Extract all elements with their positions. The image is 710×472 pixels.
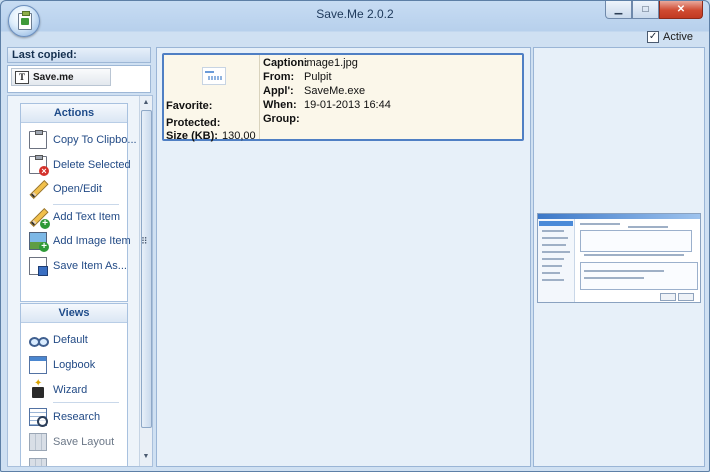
action-label: Copy To Clipbo... — [53, 134, 137, 146]
last-copied-label: Save.me — [33, 71, 74, 83]
clipboard-icon — [29, 130, 47, 149]
add-image-icon — [29, 232, 49, 252]
card-divider — [259, 55, 260, 139]
size-value: 130,00 — [222, 130, 256, 142]
app-menu-button[interactable] — [8, 5, 40, 37]
items-panel: Favorite: Protected: Size (KB): 130,00 C… — [156, 47, 531, 467]
view-wizard[interactable]: Wizard — [29, 378, 88, 401]
active-label: Active — [663, 31, 693, 43]
view-label: Default — [53, 334, 88, 346]
view-label: Save Layout — [53, 436, 115, 448]
appl-label: Appl': — [263, 85, 294, 97]
text-item-icon: T — [15, 70, 29, 84]
window-controls: ▁ □ ✕ — [605, 1, 703, 19]
view-label: Logbook — [53, 359, 96, 371]
view-logbook[interactable]: Logbook — [29, 354, 95, 376]
toolbar: ✓ Active — [1, 27, 709, 45]
maximize-icon: □ — [642, 4, 649, 15]
views-header[interactable]: Views — [21, 304, 127, 323]
last-copied-box: T Save.me — [7, 65, 151, 93]
action-label: Save Item As... — [53, 260, 127, 272]
logbook-icon — [29, 356, 47, 374]
minimize-icon: ▁ — [614, 4, 623, 15]
research-icon — [29, 408, 48, 427]
clipboard-logo-icon — [18, 11, 32, 30]
actions-group: Actions Copy To Clipbo... Delete Selecte… — [20, 103, 137, 302]
group-label: Group: — [263, 113, 300, 125]
pencil-icon — [29, 180, 47, 198]
layout-icon — [29, 458, 47, 466]
close-icon: ✕ — [676, 4, 686, 15]
last-copied-item[interactable]: T Save.me — [11, 68, 111, 86]
action-copy-to-clipboard[interactable]: Copy To Clipbo... — [29, 129, 137, 151]
delete-icon — [29, 155, 49, 176]
active-toggle[interactable]: ✓ Active — [647, 31, 693, 43]
protected-label: Protected: — [166, 117, 221, 129]
view-label: Research — [53, 411, 101, 423]
scroll-down-icon[interactable]: ▼ — [141, 453, 151, 463]
item-preview-image — [537, 213, 701, 303]
window-title: Save.Me 2.0.2 — [316, 7, 394, 21]
divider — [53, 204, 119, 205]
from-label: From: — [263, 71, 295, 83]
from-value: Pulpit — [304, 71, 332, 83]
action-save-item-as[interactable]: Save Item As... — [29, 255, 127, 277]
task-pane-scrollbar[interactable]: ▲ ▼ — [139, 96, 152, 466]
views-group: Views Default Logbook Wizard Research — [20, 303, 128, 466]
left-panel: Last copied: T Save.me Actions Copy To C… — [7, 47, 153, 467]
add-text-icon — [29, 208, 50, 229]
save-icon — [29, 257, 48, 276]
view-save-layout[interactable]: Save Layout — [29, 431, 114, 453]
action-delete-selected[interactable]: Delete Selected — [29, 154, 131, 176]
scroll-up-icon[interactable]: ▲ — [141, 99, 151, 109]
view-research[interactable]: Research — [29, 406, 100, 428]
close-button[interactable]: ✕ — [659, 1, 703, 19]
action-label: Add Image Item — [53, 235, 131, 247]
scroll-thumb[interactable] — [141, 110, 152, 428]
view-default[interactable]: Default — [29, 329, 88, 351]
action-label: Delete Selected — [53, 159, 131, 171]
appl-value: SaveMe.exe — [304, 85, 366, 97]
layout-icon — [29, 433, 47, 451]
caption-value: image1.jpg — [304, 57, 358, 69]
action-add-image-item[interactable]: Add Image Item — [29, 230, 131, 252]
divider — [53, 402, 119, 403]
action-label: Open/Edit — [53, 183, 102, 195]
item-thumbnail — [202, 67, 226, 85]
view-label: Wizard — [53, 384, 88, 396]
task-pane: Actions Copy To Clipbo... Delete Selecte… — [7, 95, 153, 467]
glasses-icon — [29, 331, 49, 349]
action-add-text-item[interactable]: Add Text Item — [29, 206, 121, 229]
maximize-button[interactable]: □ — [632, 1, 659, 19]
splitter-grip[interactable]: ⠿ — [141, 236, 148, 247]
caption-label: Caption: — [263, 57, 308, 69]
view-next-item-partial[interactable] — [29, 456, 47, 466]
favorite-label: Favorite: — [166, 100, 213, 112]
action-open-edit[interactable]: Open/Edit — [29, 178, 102, 200]
title-bar: Save.Me 2.0.2 ▁ □ ✕ — [1, 1, 709, 37]
clip-item-card[interactable]: Favorite: Protected: Size (KB): 130,00 C… — [162, 53, 524, 142]
actions-header[interactable]: Actions — [21, 104, 127, 123]
when-value: 19-01-2013 16:44 — [304, 99, 391, 111]
last-copied-header: Last copied: — [7, 47, 151, 63]
app-window: Save.Me 2.0.2 ▁ □ ✕ ✓ Active Last copied… — [0, 0, 710, 472]
preview-panel — [533, 47, 705, 467]
minimize-button[interactable]: ▁ — [605, 1, 632, 19]
action-label: Add Text Item — [53, 211, 121, 223]
wizard-icon — [29, 378, 47, 399]
size-label: Size (KB): — [166, 130, 218, 142]
active-checkbox[interactable]: ✓ — [647, 31, 660, 43]
when-label: When: — [263, 99, 297, 111]
